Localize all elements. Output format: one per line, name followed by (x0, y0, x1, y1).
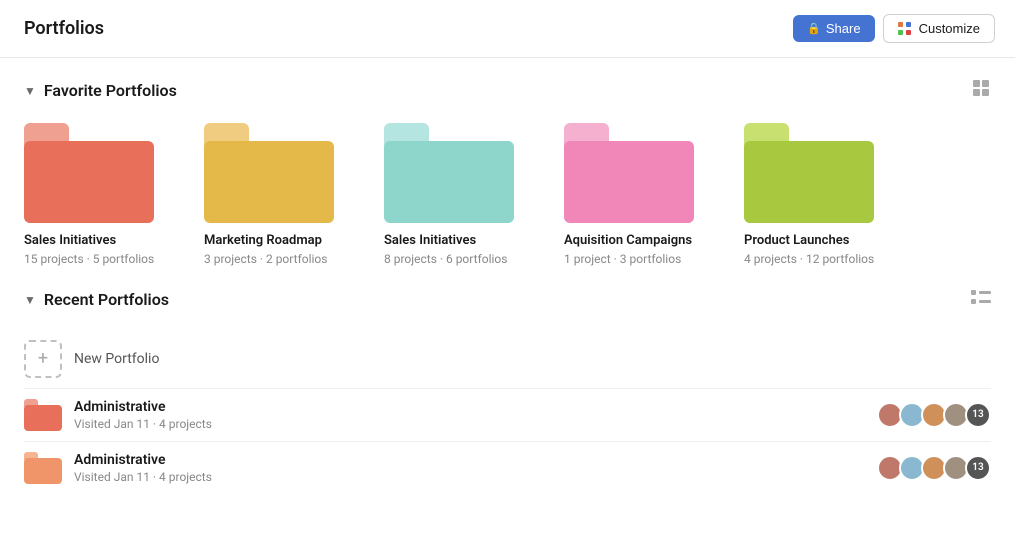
favorite-section-header: ▼ Favorite Portfolios (24, 78, 991, 103)
page-header: Portfolios 🔒 Share Customize (0, 0, 1015, 58)
recent-section-header: ▼ Recent Portfolios (24, 290, 991, 310)
folder-name: Product Launches (744, 233, 849, 250)
avatars-group: 13 (877, 402, 991, 428)
favorite-folder-item[interactable]: Sales Initiatives 8 projects · 6 portfol… (384, 123, 524, 266)
customize-button[interactable]: Customize (883, 14, 995, 43)
section-title-group: ▼ Favorite Portfolios (24, 81, 177, 100)
folder-body (24, 141, 154, 223)
recent-item-meta: Visited Jan 11 · 4 projects (74, 417, 212, 431)
list-view-icon[interactable] (971, 290, 991, 310)
folder-icon (384, 123, 514, 223)
recent-item-info: Administrative Visited Jan 11 · 4 projec… (74, 452, 212, 484)
folder-name: Marketing Roadmap (204, 233, 322, 250)
favorite-folder-item[interactable]: Sales Initiatives 15 projects · 5 portfo… (24, 123, 164, 266)
favorite-folder-grid: Sales Initiatives 15 projects · 5 portfo… (24, 123, 991, 266)
recent-folder-icon (24, 399, 62, 431)
folder-meta: 15 projects · 5 portfolios (24, 252, 154, 266)
recent-item-info: Administrative Visited Jan 11 · 4 projec… (74, 399, 212, 431)
folder-body (204, 141, 334, 223)
folder-meta: 4 projects · 12 portfolios (744, 252, 874, 266)
recent-item-left: Administrative Visited Jan 11 · 4 projec… (24, 452, 212, 484)
favorite-folder-item[interactable]: Aquisition Campaigns 1 project · 3 portf… (564, 123, 704, 266)
folder-body (564, 141, 694, 223)
recent-item-name: Administrative (74, 399, 212, 415)
folder-name: Sales Initiatives (24, 233, 116, 250)
favorite-folder-item[interactable]: Marketing Roadmap 3 projects · 2 portfol… (204, 123, 344, 266)
new-portfolio-item[interactable]: + New Portfolio (24, 330, 991, 388)
chevron-down-icon-recent: ▼ (24, 293, 36, 307)
folder-icon (204, 123, 334, 223)
recent-list: + New Portfolio Administrative Visited J… (24, 330, 991, 494)
chevron-down-icon: ▼ (24, 84, 36, 98)
new-portfolio-label: New Portfolio (74, 351, 159, 367)
recent-folder-body (24, 458, 62, 484)
folder-body (744, 141, 874, 223)
header-actions: 🔒 Share Customize (793, 14, 995, 43)
folder-name: Sales Initiatives (384, 233, 476, 250)
folder-icon (24, 123, 154, 223)
recent-portfolios-section: ▼ Recent Portfolios + New Portfolio (24, 290, 991, 494)
recent-item-meta: Visited Jan 11 · 4 projects (74, 470, 212, 484)
share-button[interactable]: 🔒 Share (793, 15, 874, 42)
recent-item-left: Administrative Visited Jan 11 · 4 projec… (24, 399, 212, 431)
recent-folder-icon (24, 452, 62, 484)
recent-portfolio-item[interactable]: Administrative Visited Jan 11 · 4 projec… (24, 441, 991, 494)
avatars-group: 13 (877, 455, 991, 481)
avatar-count: 13 (965, 455, 991, 481)
folder-icon (564, 123, 694, 223)
folder-body (384, 141, 514, 223)
grid-view-icon[interactable] (971, 78, 991, 103)
recent-title-group: ▼ Recent Portfolios (24, 290, 169, 309)
favorite-folder-item[interactable]: Product Launches 4 projects · 12 portfol… (744, 123, 884, 266)
recent-items-container: Administrative Visited Jan 11 · 4 projec… (24, 388, 991, 494)
favorite-portfolios-section: ▼ Favorite Portfolios Sales Initiatives … (24, 78, 991, 266)
recent-portfolio-item[interactable]: Administrative Visited Jan 11 · 4 projec… (24, 388, 991, 441)
avatar-count: 13 (965, 402, 991, 428)
lock-icon: 🔒 (807, 22, 821, 35)
new-portfolio-box: + (24, 340, 62, 378)
recent-item-name: Administrative (74, 452, 212, 468)
recent-folder-body (24, 405, 62, 431)
folder-meta: 8 projects · 6 portfolios (384, 252, 507, 266)
page-title: Portfolios (24, 18, 104, 39)
folder-name: Aquisition Campaigns (564, 233, 692, 250)
main-content: ▼ Favorite Portfolios Sales Initiatives … (0, 58, 1015, 538)
customize-grid-icon (898, 22, 912, 36)
recent-section-title: Recent Portfolios (44, 290, 169, 309)
folder-meta: 3 projects · 2 portfolios (204, 252, 327, 266)
folder-icon (744, 123, 874, 223)
folder-meta: 1 project · 3 portfolios (564, 252, 681, 266)
favorite-section-title: Favorite Portfolios (44, 81, 177, 100)
